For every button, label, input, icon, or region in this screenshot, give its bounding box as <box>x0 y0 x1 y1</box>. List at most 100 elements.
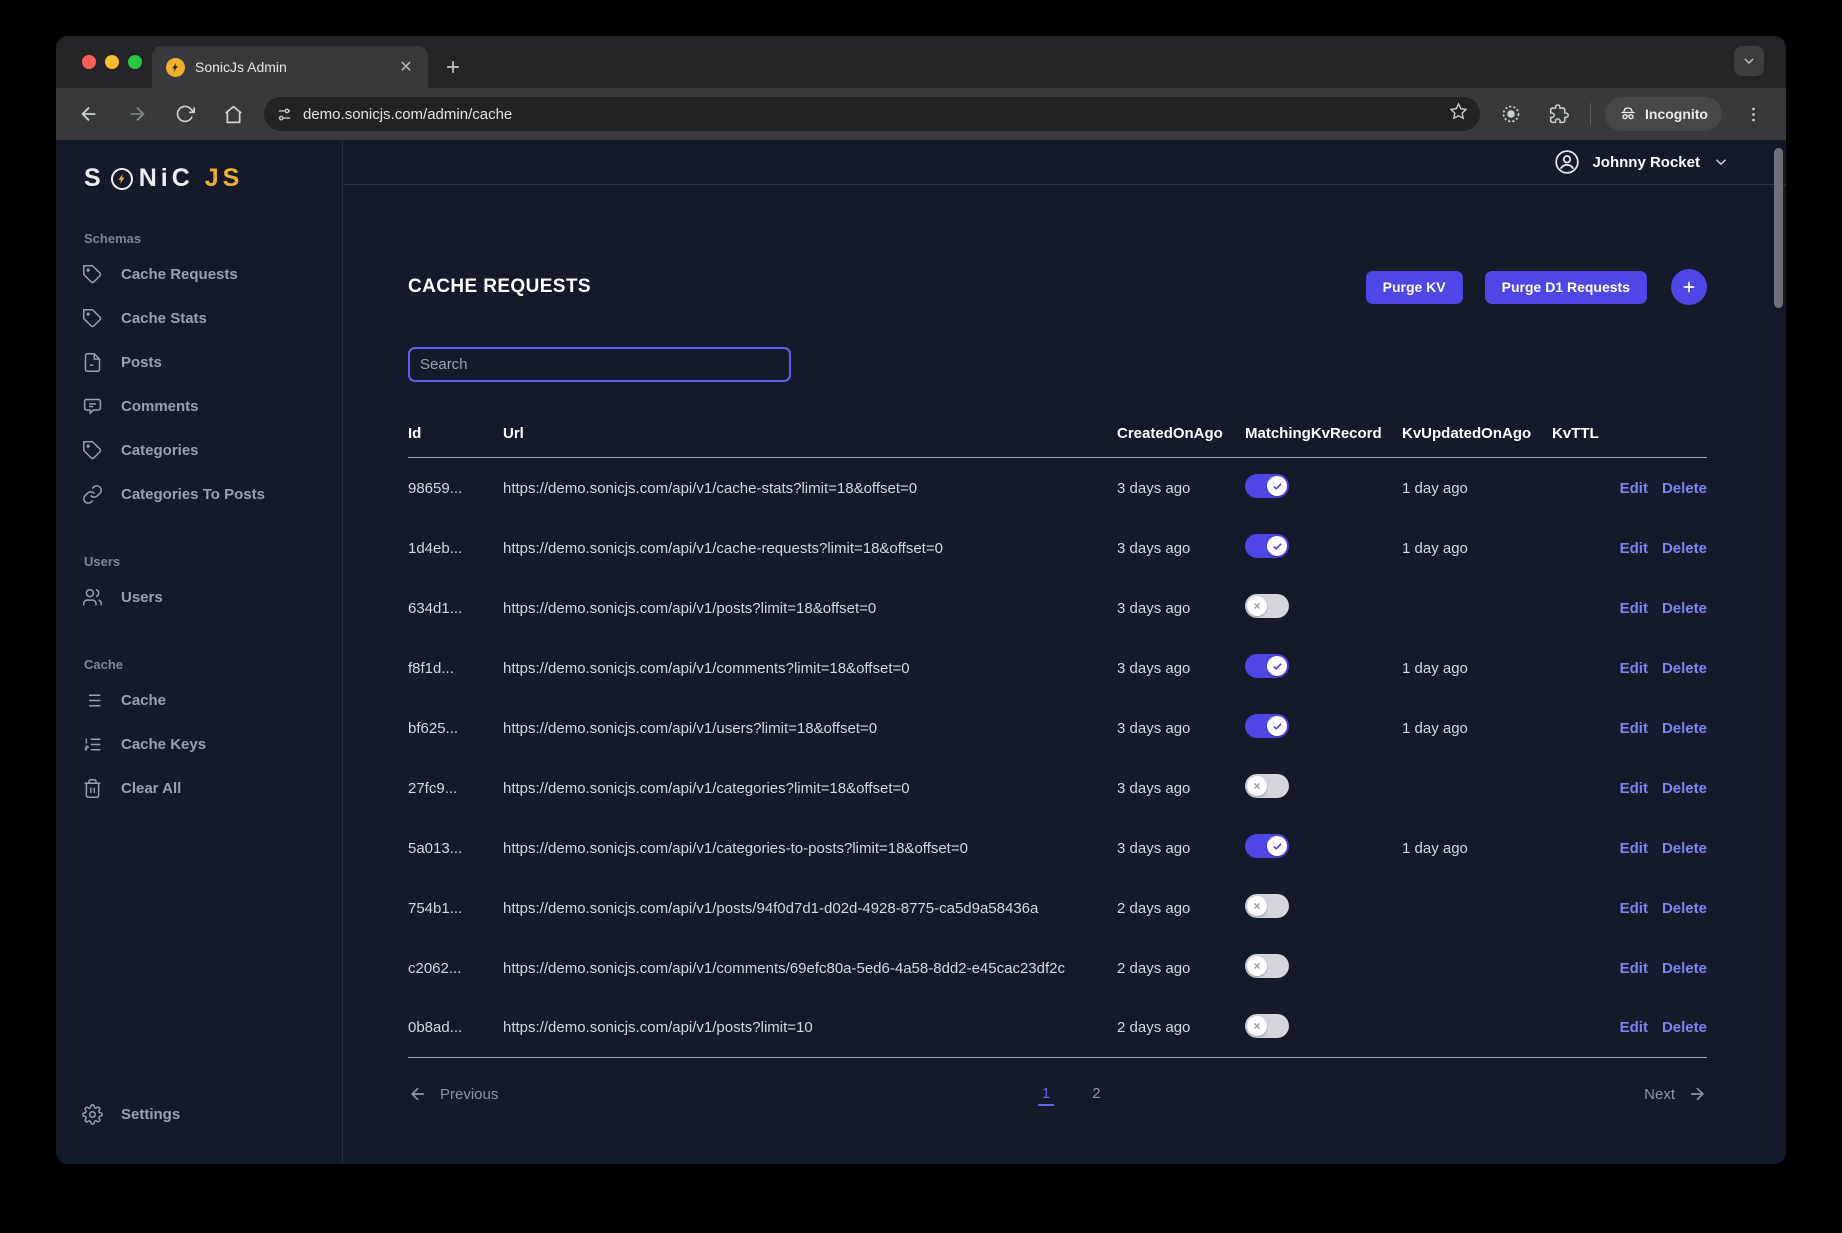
matching-kv-record-toggle[interactable] <box>1245 1014 1289 1038</box>
window-controls <box>82 55 142 69</box>
browser-tab[interactable]: SonicJs Admin ✕ <box>152 46 428 88</box>
close-window-button[interactable] <box>82 55 96 69</box>
logo-text-mid: NiC <box>139 164 194 193</box>
sidebar-item-comments[interactable]: Comments <box>82 384 320 428</box>
ordered-list-icon <box>82 734 103 755</box>
cell-matching-kv-record <box>1245 714 1402 742</box>
cell-id: 5a013... <box>408 840 503 857</box>
delete-link[interactable]: Delete <box>1662 1019 1707 1036</box>
add-record-button[interactable] <box>1671 269 1707 305</box>
tab-close-icon[interactable]: ✕ <box>396 57 416 77</box>
edit-link[interactable]: Edit <box>1620 480 1648 497</box>
home-icon[interactable] <box>216 97 250 131</box>
user-avatar-icon[interactable] <box>1554 149 1580 175</box>
chevron-down-icon[interactable] <box>1712 153 1730 171</box>
matching-kv-record-toggle[interactable] <box>1245 894 1289 918</box>
matching-kv-record-toggle[interactable] <box>1245 654 1289 678</box>
sidebar-item-label: Cache Stats <box>121 310 207 327</box>
minimize-window-button[interactable] <box>105 55 119 69</box>
sidebar-item-label: Cache Keys <box>121 736 206 753</box>
tab-search-chevron-icon[interactable] <box>1734 46 1764 76</box>
main-area: Johnny Rocket CACHE REQUESTS Purge KV Pu… <box>343 140 1786 1164</box>
toggle-knob <box>1247 596 1267 616</box>
delete-link[interactable]: Delete <box>1662 660 1707 677</box>
page-number-1[interactable]: 1 <box>1038 1083 1054 1106</box>
user-name[interactable]: Johnny Rocket <box>1592 154 1700 171</box>
edit-link[interactable]: Edit <box>1620 540 1648 557</box>
matching-kv-record-toggle[interactable] <box>1245 954 1289 978</box>
sidebar-item-posts[interactable]: Posts <box>82 340 320 384</box>
delete-link[interactable]: Delete <box>1662 900 1707 917</box>
browser-menu-kebab-icon[interactable] <box>1736 97 1770 131</box>
sidebar: S NiC JS Schemas Cache Requests Cache St… <box>56 140 343 1164</box>
previous-page-button[interactable]: Previous <box>408 1084 498 1104</box>
url-text[interactable]: demo.sonicjs.com/admin/cache <box>303 106 1439 123</box>
maximize-window-button[interactable] <box>128 55 142 69</box>
delete-link[interactable]: Delete <box>1662 720 1707 737</box>
purge-d1-requests-button[interactable]: Purge D1 Requests <box>1485 271 1647 304</box>
search-input[interactable] <box>408 347 791 382</box>
edit-link[interactable]: Edit <box>1620 960 1648 977</box>
delete-link[interactable]: Delete <box>1662 840 1707 857</box>
edit-link[interactable]: Edit <box>1620 660 1648 677</box>
matching-kv-record-toggle[interactable] <box>1245 714 1289 738</box>
edit-link[interactable]: Edit <box>1620 1019 1648 1036</box>
page-scrollbar[interactable] <box>1774 148 1783 308</box>
document-icon <box>82 352 103 373</box>
media-dial-icon[interactable] <box>1494 97 1528 131</box>
edit-link[interactable]: Edit <box>1620 780 1648 797</box>
next-label: Next <box>1644 1086 1675 1103</box>
new-tab-button[interactable] <box>438 52 468 82</box>
delete-link[interactable]: Delete <box>1662 480 1707 497</box>
bookmark-star-icon[interactable] <box>1449 102 1468 126</box>
site-settings-icon[interactable] <box>276 106 293 123</box>
cell-created-on-ago: 3 days ago <box>1117 780 1245 797</box>
page-number-2[interactable]: 2 <box>1088 1083 1104 1106</box>
delete-link[interactable]: Delete <box>1662 780 1707 797</box>
app-body: S NiC JS Schemas Cache Requests Cache St… <box>56 140 1786 1164</box>
sidebar-item-cache-requests[interactable]: Cache Requests <box>82 252 320 296</box>
sidebar-item-cache[interactable]: Cache <box>82 678 320 722</box>
edit-link[interactable]: Edit <box>1620 900 1648 917</box>
matching-kv-record-toggle[interactable] <box>1245 834 1289 858</box>
table-row: 634d1... https://demo.sonicjs.com/api/v1… <box>408 578 1707 638</box>
toggle-knob <box>1247 896 1267 916</box>
table-row: f8f1d... https://demo.sonicjs.com/api/v1… <box>408 638 1707 698</box>
sidebar-item-label: Cache <box>121 692 166 709</box>
matching-kv-record-toggle[interactable] <box>1245 774 1289 798</box>
edit-link[interactable]: Edit <box>1620 600 1648 617</box>
extensions-puzzle-icon[interactable] <box>1542 97 1576 131</box>
next-page-button[interactable]: Next <box>1644 1084 1707 1104</box>
cell-matching-kv-record <box>1245 474 1402 502</box>
sidebar-item-cache-stats[interactable]: Cache Stats <box>82 296 320 340</box>
matching-kv-record-toggle[interactable] <box>1245 534 1289 558</box>
table-row: 1d4eb... https://demo.sonicjs.com/api/v1… <box>408 518 1707 578</box>
sidebar-item-categories[interactable]: Categories <box>82 428 320 472</box>
section-label-cache: Cache <box>84 657 320 672</box>
sidebar-item-settings[interactable]: Settings <box>82 1092 320 1136</box>
delete-link[interactable]: Delete <box>1662 540 1707 557</box>
delete-link[interactable]: Delete <box>1662 600 1707 617</box>
content: CACHE REQUESTS Purge KV Purge D1 Request… <box>343 185 1786 1164</box>
reload-icon[interactable] <box>168 97 202 131</box>
delete-link[interactable]: Delete <box>1662 960 1707 977</box>
matching-kv-record-toggle[interactable] <box>1245 594 1289 618</box>
forward-icon[interactable] <box>120 97 154 131</box>
purge-kv-button[interactable]: Purge KV <box>1366 271 1463 304</box>
cell-created-on-ago: 3 days ago <box>1117 720 1245 737</box>
sidebar-item-categories-to-posts[interactable]: Categories To Posts <box>82 472 320 516</box>
x-icon <box>1252 1021 1262 1031</box>
matching-kv-record-toggle[interactable] <box>1245 474 1289 498</box>
cell-created-on-ago: 2 days ago <box>1117 1019 1245 1036</box>
sidebar-item-users[interactable]: Users <box>82 575 320 619</box>
back-icon[interactable] <box>72 97 106 131</box>
column-header-matching-kv-record: MatchingKvRecord <box>1245 425 1402 442</box>
sidebar-item-cache-keys[interactable]: Cache Keys <box>82 722 320 766</box>
edit-link[interactable]: Edit <box>1620 840 1648 857</box>
previous-label: Previous <box>440 1086 498 1103</box>
sidebar-item-clear-all[interactable]: Clear All <box>82 766 320 810</box>
arrow-right-icon <box>1687 1084 1707 1104</box>
edit-link[interactable]: Edit <box>1620 720 1648 737</box>
address-bar[interactable]: demo.sonicjs.com/admin/cache <box>264 97 1480 131</box>
sidebar-item-label: Cache Requests <box>121 266 238 283</box>
